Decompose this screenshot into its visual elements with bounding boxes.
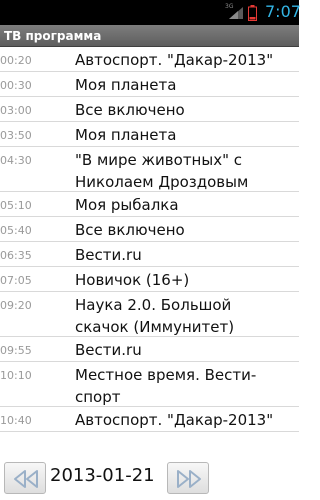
schedule-row[interactable]: 10:10 Местное время. Вести-спорт <box>0 362 299 407</box>
schedule-row[interactable]: 03:50 Моя планета <box>0 122 299 147</box>
program-title-line: Николаем Дроздовым <box>75 173 249 191</box>
program-time: 09:55 <box>0 344 32 357</box>
program-title: Наука 2.0. Большой скачок (Иммунитет) <box>75 294 234 338</box>
next-day-button[interactable] <box>167 462 209 494</box>
program-title-line: Наука 2.0. Большой <box>75 296 232 314</box>
schedule-row[interactable]: 10:40 Автоспорт. "Дакар-2013" <box>0 407 299 432</box>
date-navigation: 2013-01-21 <box>0 458 299 500</box>
program-title-line: Автоспорт. "Дакар-2013" <box>75 411 274 429</box>
program-title-line: Все включено <box>75 101 185 119</box>
app-title: ТВ программа <box>4 29 102 43</box>
program-title: Новичок (16+) <box>75 269 189 291</box>
clock: 7:07 <box>265 2 301 21</box>
schedule-row[interactable]: 06:35 Вести.ru <box>0 242 299 267</box>
previous-day-button[interactable] <box>4 462 46 494</box>
signal-icon <box>229 7 243 19</box>
program-time: 00:20 <box>0 54 32 67</box>
program-title: Все включено <box>75 219 185 241</box>
program-title: Автоспорт. "Дакар-2013" <box>75 409 273 431</box>
schedule-row[interactable]: 03:00 Все включено <box>0 97 299 122</box>
program-title: Моя рыбалка <box>75 194 179 216</box>
program-time: 10:40 <box>0 414 32 427</box>
fast-forward-icon <box>177 470 201 488</box>
program-time: 04:30 <box>0 154 32 167</box>
program-title-line: Новичок (16+) <box>75 271 190 289</box>
schedule-row[interactable]: 09:55 Вести.ru <box>0 337 299 362</box>
program-time: 06:35 <box>0 249 32 262</box>
schedule-row[interactable]: 05:10 Моя рыбалка <box>0 192 299 217</box>
current-date: 2013-01-21 <box>50 465 155 486</box>
schedule-row[interactable]: 00:30 Моя планета <box>0 72 299 97</box>
program-title-line: "В мире животных" с <box>75 151 242 169</box>
program-title: "В мире животных" с Николаем Дроздовым <box>75 149 248 193</box>
battery-icon <box>248 5 257 21</box>
title-bar: ТВ программа <box>0 25 299 47</box>
schedule-row[interactable]: 04:30 "В мире животных" с Николаем Дроздов… <box>0 147 299 192</box>
program-time: 09:20 <box>0 299 32 312</box>
program-title: Вести.ru <box>75 244 142 266</box>
rewind-icon <box>14 470 38 488</box>
program-time: 03:50 <box>0 129 32 142</box>
program-time: 07:05 <box>0 274 32 287</box>
program-title: Все включено <box>75 99 185 121</box>
status-bar: 3G 7:07 <box>0 0 301 25</box>
program-title-line: Вести.ru <box>75 341 142 359</box>
program-time: 05:40 <box>0 224 32 237</box>
program-time: 03:00 <box>0 104 32 117</box>
program-title: Моя планета <box>75 74 176 96</box>
program-time: 10:10 <box>0 369 32 382</box>
program-title-line: скачок (Иммунитет) <box>75 318 235 336</box>
schedule-row[interactable]: 09:20 Наука 2.0. Большой скачок (Иммунитет… <box>0 292 299 337</box>
program-title-line: Моя планета <box>75 76 177 94</box>
program-title-line: Автоспорт. "Дакар-2013" <box>75 51 274 69</box>
schedule-row[interactable]: 05:40 Все включено <box>0 217 299 242</box>
program-title: Местное время. Вести-спорт <box>75 364 256 408</box>
program-title: Вести.ru <box>75 339 142 361</box>
schedule-list: 00:20 Автоспорт. "Дакар-2013" 00:30 Моя пла… <box>0 47 299 432</box>
program-time: 05:10 <box>0 199 32 212</box>
schedule-row[interactable]: 07:05 Новичок (16+) <box>0 267 299 292</box>
program-title-line: Моя планета <box>75 126 177 144</box>
program-title-line: Местное время. Вести- <box>75 366 257 384</box>
program-title-line: Моя рыбалка <box>75 196 179 214</box>
program-title: Автоспорт. "Дакар-2013" <box>75 49 273 71</box>
program-title: Моя планета <box>75 124 176 146</box>
program-time: 00:30 <box>0 79 32 92</box>
program-title-line: Вести.ru <box>75 246 142 264</box>
schedule-row[interactable]: 00:20 Автоспорт. "Дакар-2013" <box>0 47 299 72</box>
program-title-line: Все включено <box>75 221 185 239</box>
program-title-line: спорт <box>75 388 121 406</box>
